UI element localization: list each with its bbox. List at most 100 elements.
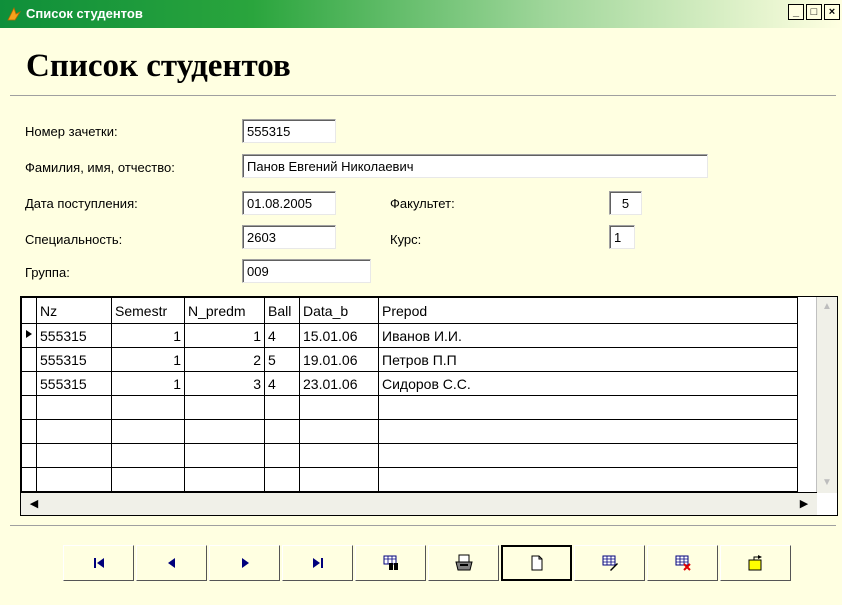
course-label: Курс: (390, 232, 422, 247)
empty-cell[interactable] (299, 467, 379, 492)
faculty-field[interactable]: 5 (609, 191, 642, 215)
row-indicator (21, 371, 37, 396)
column-header-ball[interactable]: Ball (264, 297, 300, 324)
table-row[interactable]: 555315 1 3 4 23.01.06 Сидоров С.С. (21, 371, 798, 396)
scroll-right-arrow-icon[interactable]: ▶ (795, 495, 813, 513)
empty-cell[interactable] (36, 467, 112, 492)
course-field[interactable]: 1 (609, 225, 635, 249)
empty-cell[interactable] (264, 395, 300, 420)
empty-cell[interactable] (264, 467, 300, 492)
last-record-icon (312, 558, 323, 568)
cell-prepod[interactable]: Петров П.П (378, 347, 798, 372)
last-record-button[interactable] (282, 545, 353, 581)
empty-cell[interactable] (378, 443, 798, 468)
title-bar: Список студентов _ □ × (0, 0, 842, 28)
column-header-nz[interactable]: Nz (36, 297, 112, 324)
fio-field[interactable]: Панов Евгений Николаевич (242, 154, 708, 178)
window-title: Список студентов (26, 6, 143, 21)
print-button[interactable] (428, 545, 499, 581)
zachetka-field[interactable]: 555315 (242, 119, 336, 143)
table-row-empty[interactable] (21, 419, 798, 444)
empty-cell[interactable] (111, 419, 185, 444)
group-field[interactable]: 009 (242, 259, 371, 283)
find-button[interactable] (355, 545, 426, 581)
empty-cell[interactable] (378, 395, 798, 420)
delete-record-button[interactable] (647, 545, 718, 581)
cell-prepod[interactable]: Сидоров С.С. (378, 371, 798, 396)
first-record-icon (93, 558, 104, 568)
grid-header-row: Nz Semestr N_predm Ball Data_b Prepod (21, 297, 798, 324)
table-row[interactable]: 555315 1 1 4 15.01.06 Иванов И.И. (21, 323, 798, 348)
empty-cell[interactable] (184, 443, 265, 468)
close-button[interactable]: × (824, 4, 840, 20)
table-row-empty[interactable] (21, 443, 798, 468)
empty-cell[interactable] (378, 467, 798, 492)
column-header-prepod[interactable]: Prepod (378, 297, 798, 324)
new-document-icon (531, 555, 542, 571)
cell-nz[interactable]: 555315 (36, 371, 112, 396)
prev-record-button[interactable] (136, 545, 207, 581)
empty-cell[interactable] (111, 467, 185, 492)
cell-npredm[interactable]: 1 (184, 323, 265, 348)
binoculars-icon (383, 555, 398, 570)
cell-semestr[interactable]: 1 (111, 323, 185, 348)
cell-datab[interactable]: 15.01.06 (299, 323, 379, 348)
row-indicator (21, 395, 37, 420)
maximize-button[interactable]: □ (806, 4, 822, 20)
cell-ball[interactable]: 4 (264, 323, 300, 348)
empty-cell[interactable] (299, 443, 379, 468)
row-indicator (21, 347, 37, 372)
empty-cell[interactable] (299, 395, 379, 420)
column-header-npredm[interactable]: N_predm (184, 297, 265, 324)
cell-npredm[interactable]: 3 (184, 371, 265, 396)
scroll-up-arrow-icon[interactable]: ▲ (819, 299, 835, 315)
cell-ball[interactable]: 4 (264, 371, 300, 396)
scroll-left-arrow-icon[interactable]: ◀ (25, 495, 43, 513)
empty-cell[interactable] (184, 467, 265, 492)
row-indicator (21, 467, 37, 492)
empty-cell[interactable] (36, 419, 112, 444)
empty-cell[interactable] (378, 419, 798, 444)
exit-button[interactable] (720, 545, 791, 581)
fio-label: Фамилия, имя, отчество: (25, 160, 175, 175)
cell-nz[interactable]: 555315 (36, 323, 112, 348)
cell-semestr[interactable]: 1 (111, 371, 185, 396)
edit-record-button[interactable] (574, 545, 645, 581)
empty-cell[interactable] (111, 395, 185, 420)
printer-icon (454, 554, 473, 571)
indicator-header (21, 297, 37, 324)
empty-cell[interactable] (111, 443, 185, 468)
table-row[interactable]: 555315 1 2 5 19.01.06 Петров П.П (21, 347, 798, 372)
first-record-button[interactable] (63, 545, 134, 581)
specialty-field[interactable]: 2603 (242, 225, 336, 249)
grades-grid[interactable]: Nz Semestr N_predm Ball Data_b Prepod 55… (20, 296, 838, 516)
table-row-empty[interactable] (21, 467, 798, 492)
row-pointer-icon (26, 330, 32, 338)
minimize-button[interactable]: _ (788, 4, 804, 20)
next-record-button[interactable] (209, 545, 280, 581)
new-record-button[interactable] (501, 545, 572, 581)
vertical-scrollbar[interactable]: ▲ ▼ (816, 297, 837, 493)
empty-cell[interactable] (264, 419, 300, 444)
cell-ball[interactable]: 5 (264, 347, 300, 372)
scroll-down-arrow-icon[interactable]: ▼ (819, 475, 835, 491)
cell-semestr[interactable]: 1 (111, 347, 185, 372)
cell-nz[interactable]: 555315 (36, 347, 112, 372)
empty-cell[interactable] (36, 395, 112, 420)
column-header-semestr[interactable]: Semestr (111, 297, 185, 324)
cell-datab[interactable]: 23.01.06 (299, 371, 379, 396)
cell-npredm[interactable]: 2 (184, 347, 265, 372)
zachetka-label: Номер зачетки: (25, 124, 118, 139)
cell-prepod[interactable]: Иванов И.И. (378, 323, 798, 348)
empty-cell[interactable] (184, 419, 265, 444)
horizontal-scrollbar[interactable]: ◀ ▶ (21, 492, 817, 515)
table-row-empty[interactable] (21, 395, 798, 420)
current-row-indicator (21, 323, 37, 348)
column-header-datab[interactable]: Data_b (299, 297, 379, 324)
empty-cell[interactable] (184, 395, 265, 420)
empty-cell[interactable] (264, 443, 300, 468)
empty-cell[interactable] (36, 443, 112, 468)
cell-datab[interactable]: 19.01.06 (299, 347, 379, 372)
empty-cell[interactable] (299, 419, 379, 444)
date-field[interactable]: 01.08.2005 (242, 191, 336, 215)
